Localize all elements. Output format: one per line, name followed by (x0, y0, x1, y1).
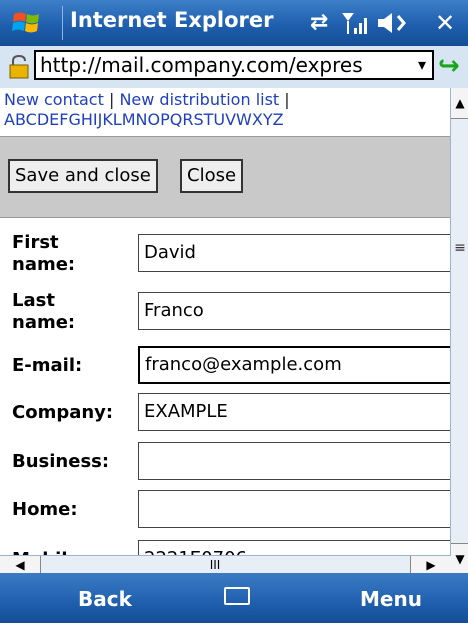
business-label: Business: (12, 451, 110, 472)
new-contact-link[interactable]: New contact (4, 90, 104, 109)
top-links: New contact | New distribution list | AB… (4, 90, 444, 130)
horizontal-scroll-thumb[interactable]: III (40, 556, 390, 574)
scroll-right-button[interactable]: ▶ (410, 556, 451, 574)
home-phone-field[interactable] (138, 490, 450, 528)
scroll-left-button[interactable]: ◀ (0, 556, 41, 574)
first-name-label-line2: name: (12, 254, 76, 275)
first-name-label-line1: First (12, 232, 59, 253)
horizontal-scrollbar[interactable]: ◀ III ▶ (0, 555, 451, 574)
first-name-field[interactable]: David (138, 234, 450, 272)
last-name-label: Last name: (12, 290, 75, 334)
close-button[interactable]: Close (180, 159, 244, 193)
go-arrow-icon[interactable]: ↪ (438, 52, 464, 80)
scroll-thumb[interactable]: ≡ (453, 208, 467, 288)
chevron-down-icon[interactable]: ▾ (418, 52, 426, 78)
vertical-scrollbar[interactable]: ▲ ≡ ▼ (450, 88, 468, 574)
signal-strength-icon[interactable] (340, 10, 370, 36)
link-separator: | (108, 90, 115, 109)
sync-arrows-icon[interactable]: ⇄ (310, 10, 328, 35)
window-title: Internet Explorer (70, 8, 274, 32)
lock-icon (9, 54, 29, 79)
address-bar: http://mail.company.com/expres ▾ ↪ (0, 46, 468, 89)
save-and-close-button[interactable]: Save and close (8, 159, 158, 193)
last-name-label-line2: name: (12, 312, 76, 333)
windows-logo-icon[interactable] (12, 10, 42, 36)
softkey-bar: Back Menu (0, 573, 468, 623)
email-label: E-mail: (12, 355, 83, 376)
page-content: New contact | New distribution list | AB… (0, 88, 450, 573)
company-field[interactable]: EXAMPLE (138, 393, 450, 431)
title-bar: Internet Explorer ⇄ ✕ (0, 0, 468, 46)
speaker-icon[interactable] (376, 10, 410, 36)
close-icon[interactable]: ✕ (430, 8, 460, 38)
action-toolbar: Save and close Close (0, 136, 450, 218)
last-name-label-line1: Last (12, 290, 55, 311)
home-label: Home: (12, 499, 78, 520)
scroll-up-button[interactable]: ▲ (451, 88, 468, 119)
keyboard-icon[interactable] (224, 587, 250, 605)
menu-softkey[interactable]: Menu (360, 587, 422, 611)
alphabet-index-link[interactable]: ABCDEFGHIJKLMNOPQRSTUVWXYZ (4, 110, 284, 129)
url-text: http://mail.company.com/expres (40, 53, 363, 77)
scroll-down-button[interactable]: ▼ (451, 543, 468, 574)
company-label: Company: (12, 402, 114, 423)
link-separator: | (284, 90, 290, 109)
back-softkey[interactable]: Back (78, 587, 132, 611)
email-field[interactable]: franco@example.com (138, 346, 450, 384)
last-name-field[interactable]: Franco (138, 292, 450, 330)
url-input[interactable]: http://mail.company.com/expres ▾ (34, 50, 434, 80)
first-name-label: First name: (12, 232, 75, 276)
new-distribution-list-link[interactable]: New distribution list (119, 90, 279, 109)
business-phone-field[interactable] (138, 442, 450, 480)
title-separator (62, 6, 63, 40)
